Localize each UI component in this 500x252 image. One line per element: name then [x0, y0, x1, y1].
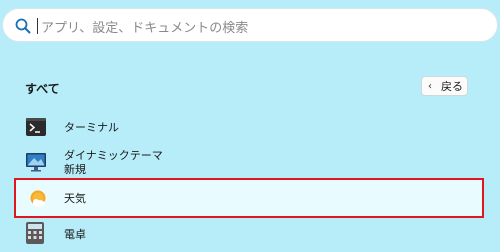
app-item-dynamic-theme[interactable]: ダイナミックテーマ 新規 [0, 146, 500, 178]
app-label: 電卓 [64, 228, 86, 241]
app-item-weather[interactable]: 天気 [14, 178, 484, 218]
terminal-icon [26, 118, 46, 136]
app-item-terminal[interactable]: ターミナル [0, 116, 500, 140]
calculator-icon [26, 222, 44, 244]
dynamic-theme-icon [26, 153, 46, 172]
search-input[interactable]: アプリ、設定、ドキュメントの検索 [41, 17, 248, 36]
app-item-calculator[interactable]: 電卓 [0, 222, 500, 246]
back-button[interactable]: ‹ 戻る [421, 76, 468, 96]
app-label: ターミナル [64, 121, 119, 134]
back-button-label: 戻る [441, 80, 463, 93]
app-label: ダイナミックテーマ [64, 149, 163, 162]
chevron-left-icon: ‹ [428, 80, 432, 92]
app-label: 天気 [64, 192, 86, 205]
text-cursor [37, 18, 38, 34]
search-box[interactable]: アプリ、設定、ドキュメントの検索 [2, 8, 498, 42]
section-title-all: すべて [25, 82, 60, 96]
weather-icon [30, 190, 46, 207]
app-badge-new: 新規 [64, 163, 86, 176]
search-icon [15, 18, 31, 34]
